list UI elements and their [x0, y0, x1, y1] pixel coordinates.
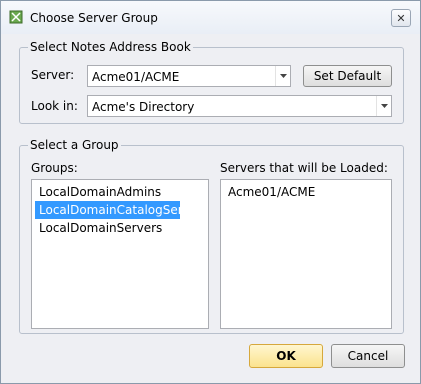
cancel-button[interactable]: Cancel — [331, 344, 405, 368]
close-button[interactable]: ✕ — [391, 9, 411, 27]
group-item-label: LocalDomainCatalogSer... — [39, 203, 194, 217]
group-item-local-domain-catalog-servers[interactable]: LocalDomainCatalogSer... — [35, 201, 193, 219]
ok-label: OK — [276, 349, 296, 363]
chevron-down-icon[interactable] — [275, 66, 290, 86]
set-default-label: Set Default — [313, 69, 382, 83]
address-book-group-title: Select Notes Address Book — [28, 40, 193, 54]
server-combo[interactable]: Acme01/ACME — [87, 65, 291, 87]
server-item[interactable]: Acme01/ACME — [224, 183, 388, 201]
select-group-title: Select a Group — [28, 138, 121, 152]
group-item-label: LocalDomainServers — [39, 221, 163, 235]
servers-label: Servers that will be Loaded: — [220, 161, 388, 175]
cancel-label: Cancel — [347, 349, 389, 363]
ok-button[interactable]: OK — [249, 344, 323, 368]
groups-label: Groups: — [31, 161, 78, 175]
groups-listbox[interactable]: LocalDomainAdmins LocalDomainCatalogSer.… — [31, 179, 209, 329]
group-item-local-domain-servers[interactable]: LocalDomainServers — [35, 219, 204, 237]
group-item-local-domain-admins[interactable]: LocalDomainAdmins — [35, 183, 204, 201]
server-value: Acme01/ACME — [92, 70, 180, 84]
dialog-window: Choose Server Group ✕ Select Notes Addre… — [0, 0, 421, 384]
close-icon: ✕ — [396, 11, 406, 25]
lookin-combo[interactable]: Acme's Directory — [87, 95, 392, 117]
window-title: Choose Server Group — [30, 11, 158, 25]
title-bar: Choose Server Group ✕ — [1, 1, 420, 34]
lookin-value: Acme's Directory — [92, 100, 195, 114]
set-default-button[interactable]: Set Default — [303, 65, 392, 87]
lookin-label: Look in: — [31, 99, 78, 113]
server-item-label: Acme01/ACME — [228, 185, 316, 199]
server-label: Server: — [31, 68, 75, 82]
servers-listbox[interactable]: Acme01/ACME — [220, 179, 392, 329]
chevron-down-icon[interactable] — [376, 96, 391, 116]
group-item-label: LocalDomainAdmins — [39, 185, 162, 199]
notes-server-icon — [9, 10, 23, 24]
